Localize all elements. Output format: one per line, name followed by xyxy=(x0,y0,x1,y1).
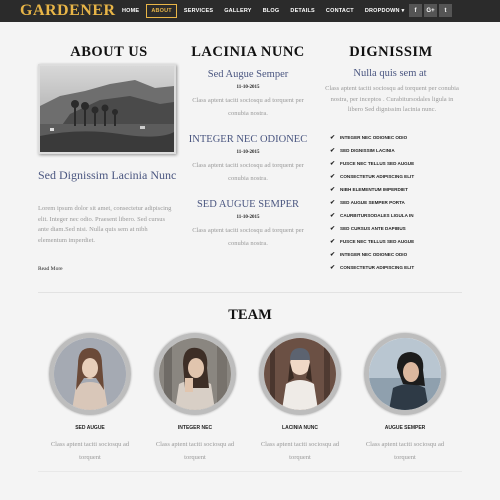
check-icon: ✔ xyxy=(330,213,336,219)
nav-about[interactable]: ABOUT xyxy=(146,4,177,18)
dignissim-subtitle: Nulla quis sem at xyxy=(353,68,427,79)
avatar[interactable] xyxy=(154,333,236,415)
brand-logo[interactable]: GARDENER xyxy=(20,2,116,20)
check-icon: ✔ xyxy=(330,252,336,258)
list-item[interactable]: ✔ FUSCE NEC TELLUS SED AUGUE xyxy=(330,157,414,170)
about-text: Lorem ipsum dolor sit amet, consectetur … xyxy=(38,205,172,244)
post-heading[interactable]: SED AUGUE SEMPER xyxy=(183,198,313,211)
member-name: SED AUGUE xyxy=(75,425,105,431)
social-links: f G+ t xyxy=(407,4,452,17)
team-member: INTEGER NEC Class aptent taciti sociosqu… xyxy=(145,333,245,464)
post-heading[interactable]: Sed Augue Semper xyxy=(183,68,313,81)
member-text: Class aptent taciti sociosqu ad torquent xyxy=(155,441,235,461)
nav-contact[interactable]: CONTACT xyxy=(326,5,354,17)
section-divider xyxy=(38,471,462,472)
check-icon: ✔ xyxy=(330,135,336,141)
lacinia-title: LACINIA NUNC xyxy=(191,44,305,60)
post-date: 11-10-2015 xyxy=(236,150,260,155)
list-item[interactable]: ✔ FUSCE NEC TELLUS SED AUGUE xyxy=(330,235,414,248)
list-item[interactable]: ✔ CONSECTETUR ADIPISCING ELIT xyxy=(330,170,414,183)
check-icon: ✔ xyxy=(330,226,336,232)
google-plus-icon[interactable]: G+ xyxy=(424,4,437,17)
list-item[interactable]: ✔ SED DIGNISSIM LACINIA xyxy=(330,144,414,157)
avatar[interactable] xyxy=(259,333,341,415)
post-text: Class aptent taciti sociosqu ad torquent… xyxy=(192,227,304,247)
post-date: 11-10-2015 xyxy=(236,215,260,220)
nav-details[interactable]: DETAILS xyxy=(290,5,315,17)
member-text: Class aptent taciti sociosqu ad torquent xyxy=(50,441,130,461)
check-icon: ✔ xyxy=(330,174,336,180)
list-item[interactable]: ✔ INTEGER NEC ODIONEC ODIO xyxy=(330,248,414,261)
list-item[interactable]: ✔ INTEGER NEC ODIONEC ODIO xyxy=(330,131,414,144)
member-name: INTEGER NEC xyxy=(177,425,213,431)
post-text: Class aptent taciti sociosqu ad torquent… xyxy=(192,97,304,117)
list-item[interactable]: ✔ CAURBITURSODALES LIGULA IN xyxy=(330,209,414,222)
member-name: LACINIA NUNC xyxy=(282,425,318,431)
nav-services[interactable]: SERVICES xyxy=(184,5,213,17)
dignissim-text: Class aptent taciti sociosqu ad torquent… xyxy=(325,85,459,113)
top-navbar: GARDENER HOME ABOUT SERVICES GALLERY BLO… xyxy=(0,0,500,22)
check-icon: ✔ xyxy=(330,161,336,167)
list-item[interactable]: ✔ SED CURSUS ANTE DAPIBUS xyxy=(330,222,414,235)
main-menu: HOME ABOUT SERVICES GALLERY BLOG DETAILS… xyxy=(122,0,415,22)
team-member: LACINIA NUNC Class aptent taciti sociosq… xyxy=(250,333,350,464)
nav-gallery[interactable]: GALLERY xyxy=(224,5,251,17)
list-item[interactable]: ✔ NIBH ELEMENTUM IMPERDIET xyxy=(330,183,414,196)
facebook-icon[interactable]: f xyxy=(409,4,422,17)
member-name: AUGUE SEMPER xyxy=(384,425,426,431)
nav-home[interactable]: HOME xyxy=(122,5,139,17)
post-item: SED AUGUE SEMPER 11-10-2015 Class aptent… xyxy=(183,198,313,250)
list-item[interactable]: ✔ SED AUGUE SEMPER PORTA xyxy=(330,196,414,209)
nav-blog[interactable]: BLOG xyxy=(263,5,280,17)
check-icon: ✔ xyxy=(330,148,336,154)
post-text: Class aptent taciti sociosqu ad torquent… xyxy=(192,162,304,182)
post-item: INTEGER NEC ODIONEC 11-10-2015 Class apt… xyxy=(183,133,313,185)
about-landscape-image xyxy=(38,64,176,154)
post-date: 11-10-2015 xyxy=(236,85,260,90)
check-icon: ✔ xyxy=(330,239,336,245)
member-text: Class aptent taciti sociosqu ad torquent xyxy=(260,441,340,461)
list-item[interactable]: ✔ CONSECTETUR ADIPISCING ELIT xyxy=(330,261,414,274)
check-icon: ✔ xyxy=(330,265,336,271)
post-heading[interactable]: INTEGER NEC ODIONEC xyxy=(183,133,313,146)
dignissim-title: DIGNISSIM xyxy=(349,44,433,60)
team-member: SED AUGUE Class aptent taciti sociosqu a… xyxy=(40,333,140,464)
about-subtitle: Sed Dignissim Lacinia Nunc xyxy=(38,168,177,182)
avatar[interactable] xyxy=(49,333,131,415)
nav-dropdown[interactable]: DROPDOWN ▾ xyxy=(365,5,405,17)
team-title: TEAM xyxy=(228,307,272,323)
feature-list: ✔ INTEGER NEC ODIONEC ODIO ✔ SED DIGNISSIM… xyxy=(330,131,414,274)
avatar[interactable] xyxy=(364,333,446,415)
about-title: ABOUT US xyxy=(70,44,148,60)
check-icon: ✔ xyxy=(330,187,336,193)
member-text: Class aptent taciti sociosqu ad torquent xyxy=(365,441,445,461)
twitter-icon[interactable]: t xyxy=(439,4,452,17)
team-member: AUGUE SEMPER Class aptent taciti sociosq… xyxy=(355,333,455,464)
post-item: Sed Augue Semper 11-10-2015 Class aptent… xyxy=(183,68,313,120)
section-divider xyxy=(38,292,462,293)
check-icon: ✔ xyxy=(330,200,336,206)
read-more-link[interactable]: Read More xyxy=(38,266,63,272)
